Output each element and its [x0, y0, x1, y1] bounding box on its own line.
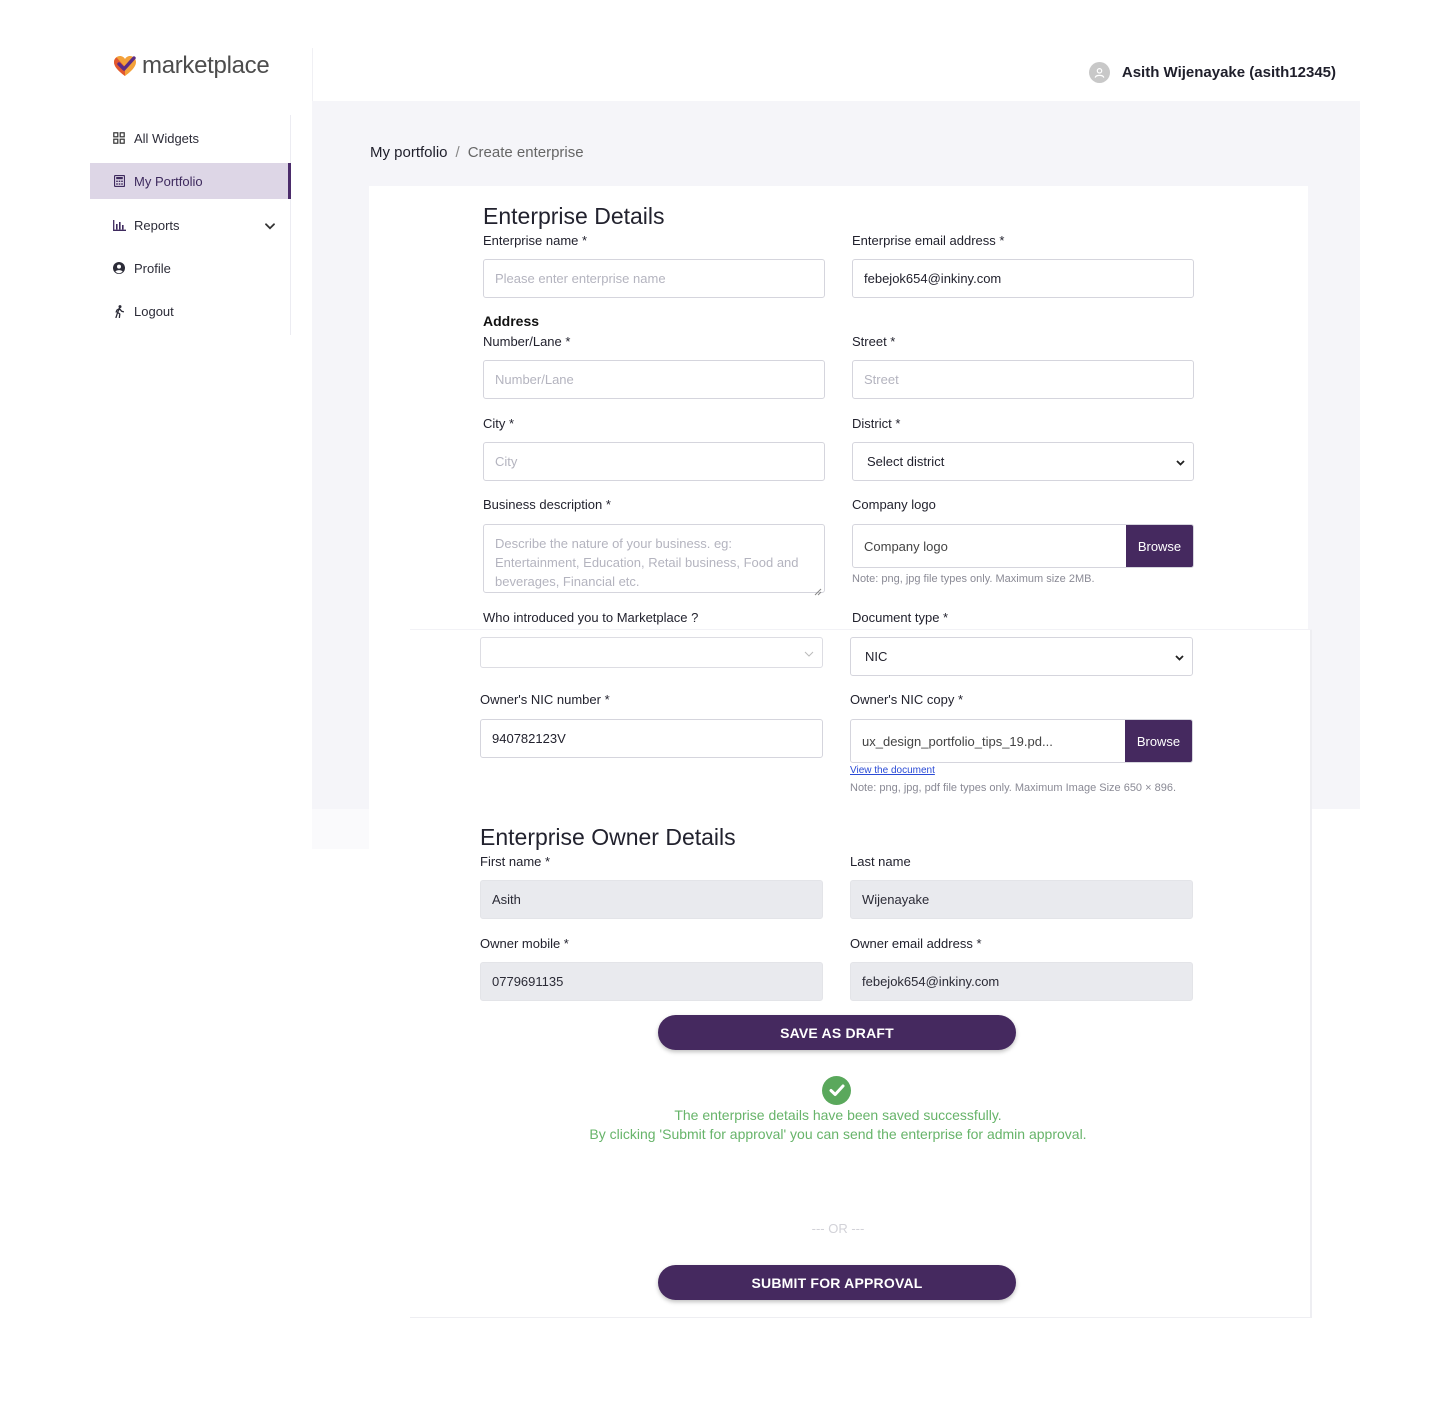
sidebar-item-logout[interactable]: Logout — [90, 293, 291, 329]
user-name: Asith Wijenayake (asith12345) — [1121, 64, 1336, 81]
chevron-down-icon — [1176, 454, 1185, 469]
district-select-value: Select district — [867, 454, 945, 469]
nic-copy-browse-button[interactable]: Browse — [1125, 720, 1192, 762]
success-message-line2: By clicking 'Submit for approval' you ca… — [589, 1126, 1087, 1142]
chevron-down-icon — [804, 645, 814, 660]
sidebar-item-reports[interactable]: Reports — [90, 207, 291, 243]
enterprise-name-label: Enterprise name * — [483, 233, 588, 248]
or-divider: --- OR --- — [811, 1221, 865, 1236]
check-circle-icon — [822, 1076, 851, 1105]
logo-label: Company logo — [852, 497, 936, 512]
chevron-down-icon[interactable] — [265, 218, 275, 233]
sidebar-item-my-portfolio[interactable]: My Portfolio — [90, 163, 291, 199]
district-select[interactable]: Select district — [852, 442, 1194, 481]
chevron-down-icon — [1175, 649, 1184, 664]
logo-browse-button[interactable]: Browse — [1126, 525, 1193, 567]
nic-copy-note: Note: png, jpg, pdf file types only. Max… — [850, 782, 1176, 794]
nic-copy-file-input[interactable]: ux_design_portfolio_tips_19.pd... Browse — [850, 719, 1193, 763]
nic-input[interactable]: 940782123V — [480, 719, 823, 758]
district-label: District * — [852, 416, 901, 431]
breadcrumb-parent[interactable]: My portfolio — [370, 144, 448, 161]
section-title-owner: Enterprise Owner Details — [480, 824, 736, 850]
owner-email-label: Owner email address * — [850, 936, 982, 951]
description-label: Business description * — [483, 497, 611, 512]
lane-label: Number/Lane * — [483, 334, 571, 349]
breadcrumb-separator: / — [455, 144, 460, 161]
walking-person-icon — [112, 304, 126, 318]
resize-grip-icon[interactable] — [814, 582, 822, 596]
calculator-icon — [112, 174, 126, 188]
doctype-select-value: NIC — [865, 649, 888, 664]
nic-copy-file-name: ux_design_portfolio_tips_19.pd... — [862, 733, 1053, 749]
grid-icon — [112, 131, 126, 145]
heart-check-logo-icon — [112, 53, 138, 79]
logo-file-name: Company logo — [864, 538, 948, 554]
bar-chart-icon — [112, 218, 126, 232]
user-menu[interactable]: Asith Wijenayake (asith12345) — [1088, 62, 1336, 83]
sidebar-item-label: All Widgets — [134, 130, 200, 146]
header-divider — [312, 48, 313, 101]
sidebar-item-label: My Portfolio — [134, 173, 203, 189]
breadcrumb-current: Create enterprise — [467, 144, 584, 161]
nic-label: Owner's NIC number * — [480, 692, 610, 707]
address-heading: Address — [483, 313, 540, 329]
sidebar-item-all-widgets[interactable]: All Widgets — [90, 120, 291, 156]
avatar[interactable] — [1088, 62, 1110, 83]
owner-email-input[interactable]: febejok654@inkiny.com — [850, 962, 1193, 1001]
enterprise-email-input[interactable]: febejok654@inkiny.com — [852, 259, 1194, 298]
last-name-label: Last name — [850, 854, 911, 869]
first-name-input[interactable]: Asith — [480, 880, 823, 919]
city-label: City * — [483, 416, 515, 431]
brand-name: marketplace — [142, 52, 270, 79]
user-circle-icon — [112, 261, 126, 275]
logo-note: Note: png, jpg file types only. Maximum … — [852, 573, 1095, 585]
last-name-input[interactable]: Wijenayake — [850, 880, 1193, 919]
enterprise-email-label: Enterprise email address * — [852, 233, 1005, 248]
sidebar-item-profile[interactable]: Profile — [90, 250, 291, 286]
save-draft-button[interactable]: SAVE AS DRAFT — [658, 1015, 1016, 1050]
submit-approval-button[interactable]: SUBMIT FOR APPROVAL — [658, 1265, 1016, 1300]
breadcrumb: My portfolio / Create enterprise — [370, 144, 584, 161]
introduced-label: Who introduced you to Marketplace ? — [483, 610, 699, 625]
view-document-link[interactable]: View the document — [850, 765, 935, 776]
doctype-label: Document type * — [852, 610, 949, 625]
sidebar: All Widgets My Portfolio Reports Profile… — [90, 115, 291, 335]
sidebar-item-label: Profile — [134, 260, 171, 276]
sidebar-item-label: Reports — [134, 217, 180, 233]
success-message-line1: The enterprise details have been saved s… — [674, 1107, 1002, 1123]
lane-input[interactable]: Number/Lane — [483, 360, 825, 399]
enterprise-name-input[interactable]: Please enter enterprise name — [483, 259, 825, 298]
brand-logo[interactable]: marketplace — [112, 52, 270, 80]
description-textarea[interactable]: Describe the nature of your business. eg… — [483, 524, 825, 596]
section-title-enterprise: Enterprise Details — [483, 203, 665, 229]
mobile-label: Owner mobile * — [480, 936, 569, 951]
mobile-input[interactable]: 0779691135 — [480, 962, 823, 1001]
sidebar-item-label: Logout — [134, 303, 174, 319]
first-name-label: First name * — [480, 854, 551, 869]
city-input[interactable]: City — [483, 442, 825, 481]
introduced-select[interactable] — [480, 637, 823, 668]
description-placeholder: Describe the nature of your business. eg… — [495, 536, 799, 589]
doctype-select[interactable]: NIC — [850, 637, 1193, 676]
street-label: Street * — [852, 334, 896, 349]
logo-file-input[interactable]: Company logo Browse — [852, 524, 1194, 568]
nic-copy-label: Owner's NIC copy * — [850, 692, 964, 707]
street-input[interactable]: Street — [852, 360, 1194, 399]
